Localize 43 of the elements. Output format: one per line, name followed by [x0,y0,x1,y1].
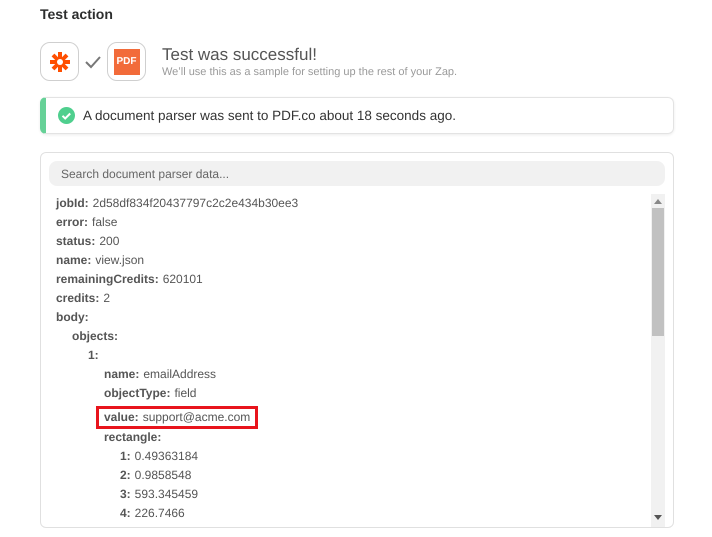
scrollbar[interactable] [651,194,665,527]
field-value: 0.9858548 [134,468,192,482]
field-key: body: [56,310,89,324]
field-value: 620101 [162,272,203,286]
field-value: 2d58df834f20437797c2c2e434b30ee3 [92,196,298,210]
field-key: 2: [120,468,131,482]
section-title: Test action [40,6,114,24]
field-key: error: [56,215,88,229]
field-key: remainingCredits: [56,272,159,286]
field-value: 2 [103,291,110,305]
field-key: objectType: [104,386,170,400]
search-field[interactable]: Search document parser data... [49,161,665,186]
field-key: 1: [120,449,131,463]
success-subtitle: We’ll use this as a sample for setting up the rest of your Zap. [162,66,458,78]
field-value: support@acme.com [142,410,250,424]
field-key: status: [56,234,96,248]
pdf-logo: PDF [114,48,140,74]
field-value: 226.7466 [134,506,185,520]
field-value: 0.49363184 [134,449,198,463]
alert-message: A document parser was sent to PDF.co about 18 seconds ago. [83,108,456,123]
field-key: credits: [56,291,100,305]
field-key: 4: [120,506,131,520]
field-key: name: [104,367,140,381]
field-key: rectangle: [104,430,162,444]
field-value: field [174,386,196,400]
field-key: 3: [120,487,131,501]
scroll-thumb[interactable] [652,208,664,336]
field-key: value: [104,410,139,424]
asterisk-icon [48,50,70,72]
check-circle-icon [58,107,75,124]
success-title: Test was successful! [162,45,318,65]
field-key: jobId: [56,196,89,210]
check-icon [85,54,101,68]
field-value: 593.345459 [134,487,198,501]
field-key: name: [56,253,92,267]
scroll-down-icon[interactable] [654,515,662,521]
field-key: 1: [88,348,99,362]
field-value: 200 [99,234,120,248]
field-key: objects: [72,329,118,343]
scroll-up-icon[interactable] [654,198,662,204]
field-value: emailAddress [143,367,216,381]
field-value: view.json [95,253,144,267]
field-value: false [92,215,118,229]
